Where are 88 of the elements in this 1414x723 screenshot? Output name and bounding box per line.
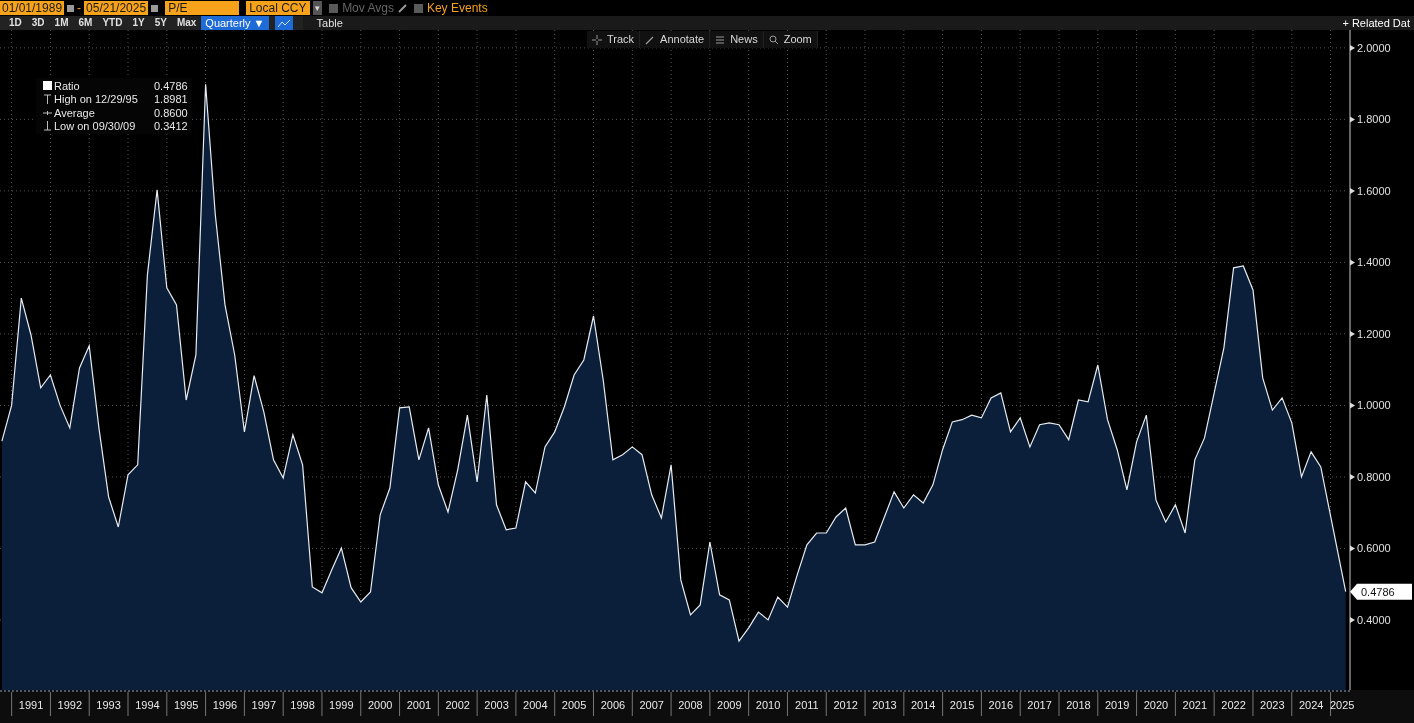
x-axis-label: 2018 xyxy=(1066,699,1091,711)
x-axis-label: 2002 xyxy=(445,699,470,711)
x-axis-label: 1994 xyxy=(135,699,160,711)
x-axis-label: 2008 xyxy=(678,699,703,711)
line-chart-button[interactable] xyxy=(274,16,293,30)
x-axis-label: 2001 xyxy=(406,699,432,711)
chart-tool-button[interactable]: Track xyxy=(587,31,641,48)
legend-label: Ratio xyxy=(54,78,81,94)
x-axis-label: 2015 xyxy=(949,699,975,711)
legend-label: Average xyxy=(54,105,96,121)
dropdown-caret[interactable]: ▾ xyxy=(313,1,323,15)
y-axis-label: 1.0000 xyxy=(1357,399,1391,412)
x-axis-label: 2022 xyxy=(1221,699,1246,711)
period-tab[interactable]: 1D xyxy=(4,16,27,30)
legend-value: 0.4786 xyxy=(154,78,188,94)
x-axis-label: 1992 xyxy=(57,699,83,711)
x-axis-label: 1997 xyxy=(251,699,276,711)
pencil-icon[interactable] xyxy=(397,3,407,13)
y-axis-label: 1.8000 xyxy=(1357,113,1391,126)
related-data-button[interactable]: + Related Dat xyxy=(1338,16,1414,30)
chart-tool-button[interactable]: Annotate xyxy=(640,31,711,48)
x-axis-label: 2013 xyxy=(872,699,897,711)
x-axis-label: 2019 xyxy=(1104,699,1130,711)
legend-label: High on 12/29/95 xyxy=(54,92,139,107)
calendar-icon[interactable] xyxy=(151,4,159,12)
legend-value: 0.3412 xyxy=(154,119,188,134)
period-tab[interactable]: Max xyxy=(171,16,202,30)
frequency-dropdown[interactable]: Quarterly ▼ xyxy=(201,16,269,30)
x-axis-label: 1998 xyxy=(290,699,315,711)
period-tab[interactable]: YTD xyxy=(97,16,128,30)
x-axis-label: 2012 xyxy=(833,699,858,711)
low-marker-icon xyxy=(42,121,52,132)
x-axis-label: 2016 xyxy=(988,699,1014,711)
pencil-icon xyxy=(645,34,656,45)
x-axis-label: 2010 xyxy=(755,699,781,711)
x-axis-label: 2017 xyxy=(1027,699,1052,711)
x-axis-label: 2006 xyxy=(600,699,626,711)
legend-label: Low on 09/30/09 xyxy=(54,119,137,134)
x-axis-label: 1993 xyxy=(96,699,121,711)
calendar-icon[interactable] xyxy=(67,4,75,12)
ratio-swatch-icon xyxy=(42,81,52,91)
chart-tool-button[interactable]: Zoom xyxy=(763,31,818,48)
x-axis-label: 2020 xyxy=(1143,699,1169,711)
period-tab[interactable]: 3D xyxy=(26,16,50,30)
checkbox[interactable] xyxy=(413,3,423,13)
x-axis-label: 2021 xyxy=(1182,699,1207,711)
x-axis-label: 2003 xyxy=(484,699,509,711)
x-axis-label: 2009 xyxy=(717,699,742,711)
x-axis-label: 1991 xyxy=(18,699,44,711)
x-axis-label: 2004 xyxy=(523,699,548,711)
y-axis-label: 2.0000 xyxy=(1357,41,1391,54)
y-axis-label: 0.4000 xyxy=(1357,613,1391,626)
x-axis-label: 2011 xyxy=(795,699,819,711)
x-axis-label: 2024 xyxy=(1298,699,1324,711)
chart-tool-button[interactable]: News xyxy=(710,31,764,48)
y-axis-label: 0.8000 xyxy=(1357,470,1391,483)
high-marker-icon xyxy=(42,94,52,105)
period-tab[interactable]: 1M xyxy=(49,16,74,30)
x-axis-label: 2005 xyxy=(561,699,587,711)
x-axis-label: 1996 xyxy=(212,699,238,711)
end-date-field[interactable]: 05/21/2025 xyxy=(84,1,149,15)
y-axis-label: 1.6000 xyxy=(1357,184,1391,197)
last-value-flag: 0.4786 xyxy=(1350,583,1412,600)
x-axis-label: 2007 xyxy=(639,699,664,711)
start-date-field[interactable]: 01/01/1989 xyxy=(0,1,65,15)
x-axis-label: 1999 xyxy=(329,699,354,711)
period-tab[interactable]: 6M xyxy=(73,16,98,30)
period-tab[interactable]: 1Y xyxy=(127,16,150,30)
line-chart-icon xyxy=(277,18,290,28)
toggle-label[interactable]: Key Events xyxy=(426,0,488,17)
legend-value: 1.8981 xyxy=(154,92,188,107)
x-axis-label: 2025 xyxy=(1329,699,1355,711)
x-axis-label: 2023 xyxy=(1260,699,1285,711)
x-axis-label: 2000 xyxy=(367,699,393,711)
y-axis-label: 1.2000 xyxy=(1357,327,1391,340)
date-separator: - xyxy=(77,0,82,17)
legend-value: 0.8600 xyxy=(154,105,188,121)
x-axis-label: 2014 xyxy=(911,699,936,711)
search-icon xyxy=(768,34,779,45)
currency-dropdown[interactable]: Local CCY xyxy=(246,1,311,15)
x-axis-label: 1995 xyxy=(173,699,199,711)
crosshair-icon xyxy=(592,34,602,45)
y-axis-label: 0.6000 xyxy=(1357,542,1391,555)
list-icon xyxy=(715,34,726,45)
y-axis-label: 1.4000 xyxy=(1357,256,1391,269)
period-tab[interactable]: 5Y xyxy=(149,16,172,30)
table-tab[interactable]: Table xyxy=(302,16,357,30)
field-input[interactable]: P/E xyxy=(165,1,240,15)
